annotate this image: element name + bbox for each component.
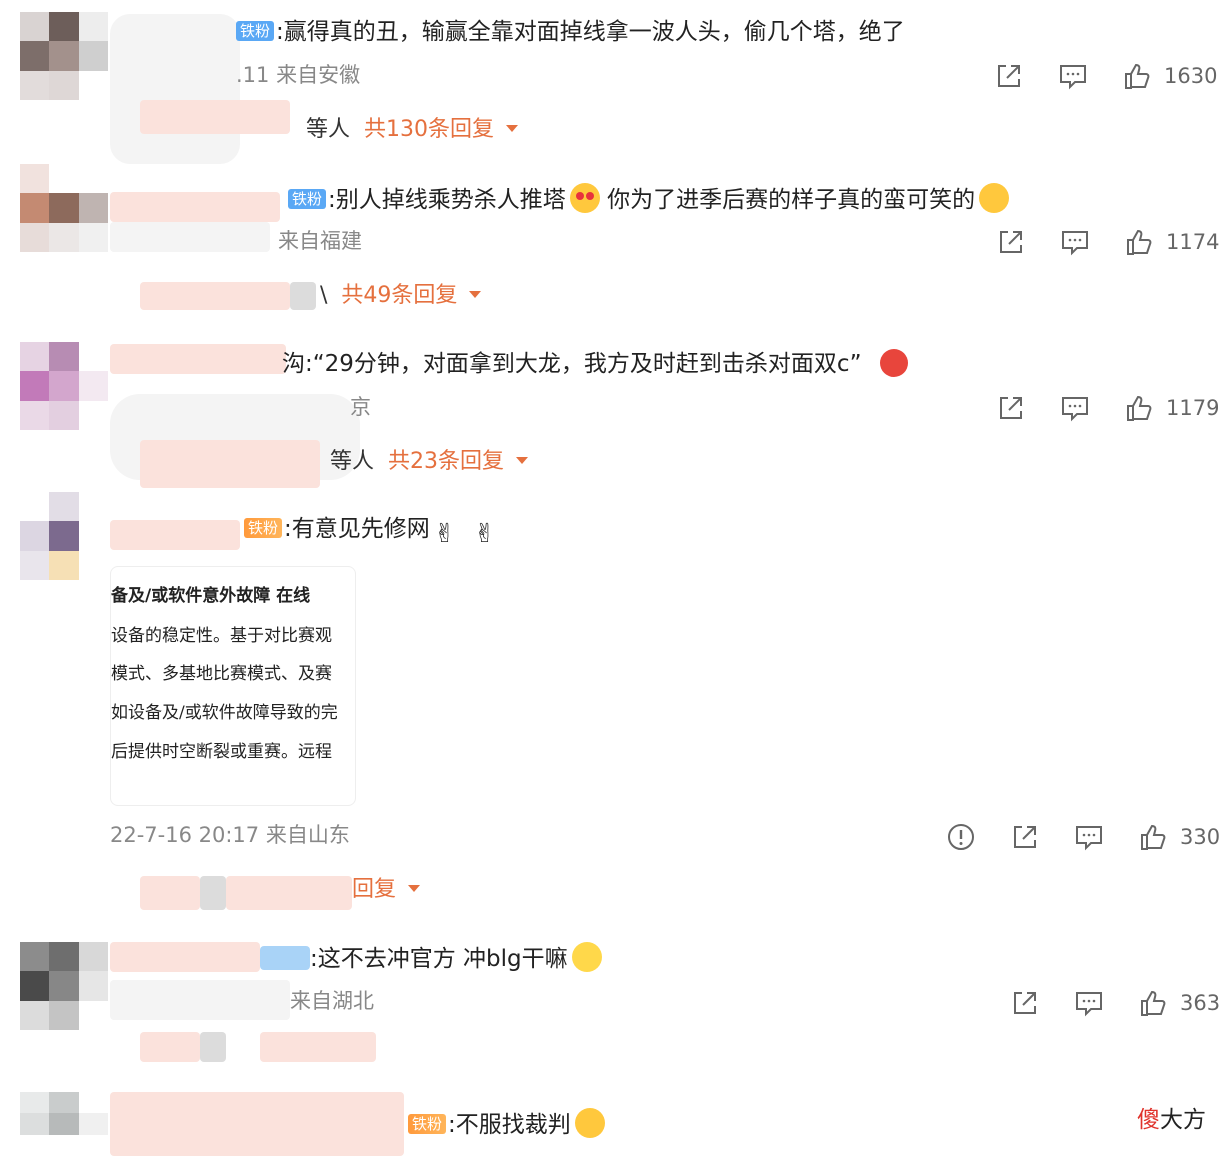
- comment-meta: 来自福建: [278, 229, 362, 253]
- victory-hand-icon: ✌: [473, 519, 496, 549]
- comment-icon[interactable]: [1074, 988, 1104, 1018]
- avatar[interactable]: [20, 492, 108, 580]
- image-text-line: 模式、多基地比赛模式、及赛: [111, 664, 332, 684]
- comment-meta: .11 来自安徽: [236, 63, 361, 87]
- like-icon[interactable]: [1138, 988, 1168, 1018]
- reply-summary[interactable]: 等人 共130条回复: [306, 116, 519, 144]
- comment-meta: 来自湖北: [290, 989, 374, 1013]
- comment-meta: 22-7-16 20:17 来自山东: [110, 823, 350, 847]
- comment-actions: 1179: [996, 391, 1219, 425]
- reply-count[interactable]: 回复: [352, 877, 396, 902]
- like-count: 363: [1180, 991, 1221, 1015]
- comment-text: 沟:“29分钟，对面拿到大龙，我方及时赶到击杀对面双c”: [282, 351, 862, 377]
- username-blur: [260, 946, 310, 970]
- username-blur: [140, 100, 290, 134]
- username-blur: [200, 876, 226, 910]
- image-text-line: 后提供时空断裂或重赛。远程: [111, 742, 332, 762]
- like-count: 330: [1180, 825, 1221, 849]
- share-icon[interactable]: [996, 227, 1026, 257]
- victory-hand-icon: ✌: [433, 519, 456, 549]
- chevron-down-icon[interactable]: [506, 125, 519, 132]
- share-icon[interactable]: [994, 61, 1024, 91]
- shouting-emoji-icon: [880, 349, 908, 377]
- comment-text: :这不去冲官方 冲blg干嘛: [310, 942, 602, 974]
- chevron-down-icon[interactable]: [516, 457, 529, 464]
- username-blur: [140, 1032, 200, 1062]
- blush-emoji-icon: [979, 183, 1010, 213]
- fan-badge: 铁粉: [288, 189, 327, 209]
- fan-badge: 铁粉: [244, 518, 283, 538]
- comment-text: 铁粉:有意见先修网 ✌ ✌: [244, 514, 500, 549]
- username-blur: [110, 520, 240, 550]
- image-text-line: 设备的稳定性。基于对比赛观: [111, 626, 332, 646]
- like-icon[interactable]: [1138, 822, 1168, 852]
- username-blur: [110, 14, 240, 164]
- comment-icon[interactable]: [1060, 393, 1090, 423]
- like-icon[interactable]: [1124, 227, 1154, 257]
- like-count: 1179: [1166, 396, 1220, 420]
- watermark-logo: 傻大方: [1137, 1107, 1206, 1133]
- heart-eyes-emoji-icon: [569, 183, 600, 213]
- avatar[interactable]: [20, 942, 108, 1030]
- avatar[interactable]: [20, 1092, 108, 1156]
- reply-summary[interactable]: \ 共49条回复: [320, 282, 482, 310]
- username-blur: [200, 1032, 226, 1062]
- image-text-line: 备及/或软件意外故障 在线: [111, 586, 311, 606]
- reply-summary[interactable]: 等人 共23条回复: [330, 448, 529, 476]
- like-count: 1174: [1166, 230, 1220, 254]
- username-blur: [140, 876, 200, 910]
- fan-badge: 铁粉: [408, 1114, 447, 1134]
- report-icon[interactable]: [946, 822, 976, 852]
- like-icon[interactable]: [1124, 393, 1154, 423]
- avatar[interactable]: [20, 164, 108, 252]
- comment-text: 铁粉:不服找裁判: [408, 1108, 605, 1140]
- comment-icon[interactable]: [1058, 61, 1088, 91]
- username-blur: [110, 942, 260, 972]
- comment-actions: 1630: [994, 59, 1217, 93]
- comment-actions: 1174: [996, 225, 1219, 259]
- reply-summary[interactable]: 回复: [352, 876, 421, 904]
- comment-icon[interactable]: [1060, 227, 1090, 257]
- username-blur: [110, 192, 280, 222]
- username-blur: [110, 1092, 404, 1156]
- username-blur: [110, 222, 270, 252]
- fan-badge: 铁粉: [236, 21, 275, 41]
- share-icon[interactable]: [1010, 822, 1040, 852]
- comment-text: 铁粉:别人掉线乘势杀人推塔 你为了进季后赛的样子真的蛮可笑的: [288, 183, 1010, 215]
- comment-actions: 330: [946, 820, 1220, 854]
- username-blur: [140, 282, 290, 310]
- username-blur: [226, 876, 352, 910]
- chevron-down-icon[interactable]: [469, 291, 482, 298]
- comment-actions: 363: [1010, 986, 1220, 1020]
- crying-emoji-icon: [574, 1108, 605, 1138]
- username-blur: [110, 980, 290, 1020]
- comment-icon[interactable]: [1074, 822, 1104, 852]
- comment-text: 铁粉:赢得真的丑，输赢全靠对面掉线拿一波人头，偷几个塔，绝了: [236, 17, 905, 47]
- comment-image[interactable]: 备及/或软件意外故障 在线 设备的稳定性。基于对比赛观 模式、多基地比赛模式、及…: [110, 566, 356, 806]
- avatar[interactable]: [20, 342, 108, 430]
- username-blur: [110, 344, 286, 374]
- share-icon[interactable]: [1010, 988, 1040, 1018]
- like-count: 1630: [1164, 64, 1218, 88]
- image-text-line: 如设备及/或软件故障导致的完: [111, 703, 338, 723]
- comment-meta: 京: [350, 395, 371, 419]
- reply-count[interactable]: 共49条回复: [341, 283, 457, 308]
- username-blur: [290, 282, 316, 310]
- reply-count[interactable]: 共130条回复: [364, 117, 494, 142]
- reply-count[interactable]: 共23条回复: [388, 449, 504, 474]
- like-icon[interactable]: [1122, 61, 1152, 91]
- avatar[interactable]: [20, 12, 108, 100]
- chevron-down-icon[interactable]: [408, 885, 421, 892]
- username-blur: [260, 1032, 376, 1062]
- astonished-emoji-icon: [571, 942, 602, 972]
- share-icon[interactable]: [996, 393, 1026, 423]
- username-blur: [140, 440, 320, 488]
